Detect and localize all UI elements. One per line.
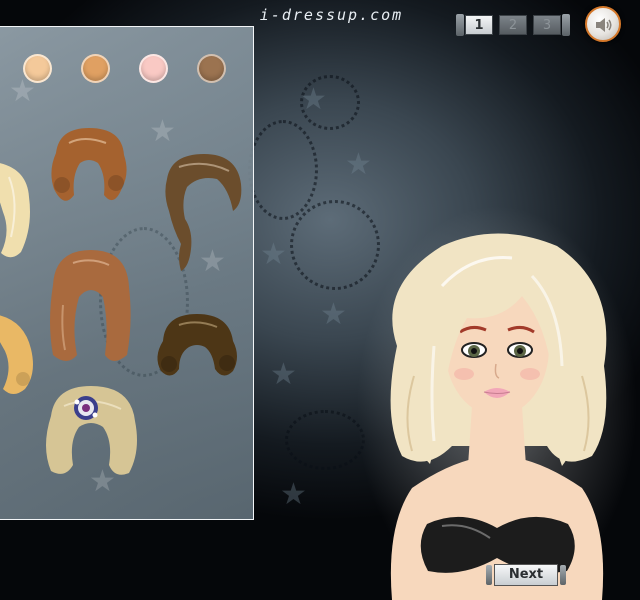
skin-tone-swatch-2[interactable] — [81, 54, 110, 83]
bg-star-icon: ★ — [270, 357, 297, 392]
step-2-button[interactable]: 2 — [499, 15, 527, 35]
hair-option-blonde-flower-clip[interactable] — [39, 381, 144, 481]
step-1-button[interactable]: 1 — [465, 15, 493, 35]
step-cap-right — [562, 14, 570, 36]
bg-swirl — [248, 120, 318, 220]
hair-option-auburn-curly[interactable] — [44, 123, 134, 213]
hair-selection-panel: ★ ★ ★ ★ — [0, 26, 254, 520]
bg-star-icon: ★ — [149, 114, 176, 149]
bg-star-icon: ★ — [260, 237, 287, 272]
hair-option-dark-curly-bob[interactable] — [149, 309, 244, 384]
bg-star-icon: ★ — [320, 297, 347, 332]
step-indicator: 1 2 3 — [456, 12, 570, 38]
flower-clip-icon — [74, 396, 98, 420]
bg-swirl — [285, 410, 365, 470]
hair-option-auburn-long[interactable] — [43, 245, 138, 370]
game-stage: ★ ★ ★ ★ ★ ★ i-dressup.com 1 2 3 ★ ★ ★ ★ — [0, 0, 640, 600]
hair-option-blonde-wavy[interactable] — [0, 157, 34, 267]
hair-option-brown-ponytail[interactable] — [159, 149, 244, 274]
hair-option-golden-curly[interactable] — [0, 309, 39, 399]
bg-star-icon: ★ — [345, 147, 372, 182]
speaker-icon — [596, 18, 612, 32]
doll-model — [357, 206, 637, 600]
next-button-cap-right — [560, 565, 566, 585]
next-button[interactable]: Next — [486, 563, 566, 587]
skin-tone-swatch-4[interactable] — [197, 54, 226, 83]
step-3-button[interactable]: 3 — [533, 15, 561, 35]
step-cap-left — [456, 14, 464, 36]
sound-toggle-button[interactable] — [585, 6, 621, 42]
next-button-cap-left — [486, 565, 492, 585]
site-logo: i-dressup.com — [259, 6, 404, 24]
bg-star-icon: ★ — [300, 82, 327, 117]
bg-star-icon: ★ — [280, 477, 307, 512]
skin-tone-swatch-1[interactable] — [23, 54, 52, 83]
next-button-label: Next — [494, 564, 558, 586]
bg-swirl — [290, 200, 380, 290]
skin-tone-swatch-3[interactable] — [139, 54, 168, 83]
